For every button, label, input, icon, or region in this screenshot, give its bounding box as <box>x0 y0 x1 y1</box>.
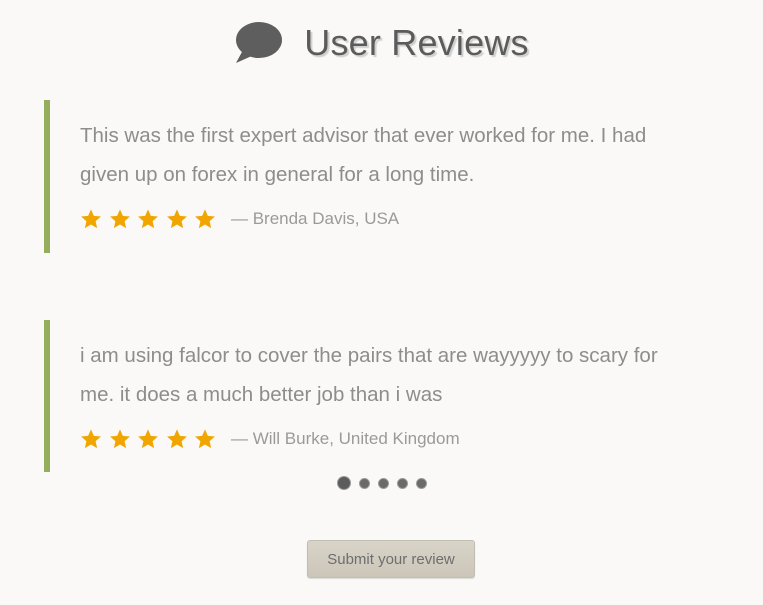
review-meta: — Will Burke, United Kingdom <box>80 428 684 450</box>
page-title: User Reviews <box>304 22 529 63</box>
review-author: — Will Burke, United Kingdom <box>230 429 460 448</box>
speech-bubble-icon <box>236 22 283 63</box>
star-icon <box>195 429 216 449</box>
star-icon <box>195 209 216 229</box>
star-icon <box>109 429 130 449</box>
star-icon <box>166 429 187 449</box>
review-card: i am using falcor to cover the pairs tha… <box>44 320 684 472</box>
pagination-dot-1[interactable] <box>336 476 351 490</box>
star-icon <box>109 209 130 229</box>
carousel-pagination <box>0 476 763 490</box>
pagination-dot-2[interactable] <box>358 477 370 489</box>
star-icon <box>166 209 187 229</box>
star-icon <box>81 209 101 229</box>
star-icon <box>138 429 159 449</box>
review-author: — Brenda Davis, USA <box>230 209 400 228</box>
pagination-dot-3[interactable] <box>377 477 389 489</box>
reviews-header: User Reviews <box>0 18 763 68</box>
pagination-dot-4[interactable] <box>396 477 408 489</box>
submit-review-button[interactable]: Submit your review <box>307 540 475 578</box>
star-icon <box>81 429 101 449</box>
star-icon <box>138 209 159 229</box>
review-meta: — Brenda Davis, USA <box>80 208 684 230</box>
review-text: i am using falcor to cover the pairs tha… <box>80 344 658 406</box>
rating-stars <box>80 208 223 230</box>
review-text: This was the first expert advisor that e… <box>80 124 647 186</box>
pagination-dot-5[interactable] <box>415 477 427 489</box>
rating-stars <box>80 428 223 450</box>
review-card: This was the first expert advisor that e… <box>44 100 684 253</box>
